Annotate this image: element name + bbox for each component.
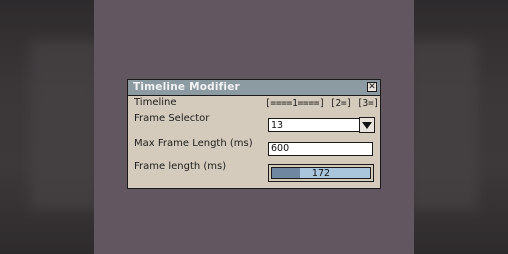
triangle-down-icon	[362, 121, 372, 129]
frame-length-value: 172	[311, 168, 331, 179]
dropdown-button[interactable]	[359, 117, 375, 133]
frame-selector-dropdown[interactable]: 13	[268, 117, 375, 133]
timeline-modifier-window: Timeline Modifier ✕ Timeline [====1====]…	[127, 79, 381, 189]
timeline-value[interactable]: [====1====] [2=] [3=]	[265, 98, 379, 109]
frame-selector-label: Frame Selector	[134, 113, 210, 124]
max-frame-length-label: Max Frame Length (ms)	[134, 138, 253, 149]
max-frame-length-input[interactable]: 600	[268, 142, 373, 156]
close-button[interactable]: ✕	[367, 82, 377, 92]
frame-length-slider[interactable]: 172	[268, 164, 374, 182]
background-left-panel	[0, 0, 94, 254]
close-icon: ✕	[368, 82, 376, 92]
background-right-panel	[414, 0, 508, 254]
window-titlebar[interactable]: Timeline Modifier ✕	[128, 80, 380, 96]
slider-track[interactable]: 172	[271, 167, 371, 179]
window-title: Timeline Modifier	[133, 81, 240, 93]
frame-length-label: Frame length (ms)	[134, 161, 227, 172]
frame-selector-value: 13	[271, 120, 284, 131]
timeline-label: Timeline	[134, 97, 177, 108]
